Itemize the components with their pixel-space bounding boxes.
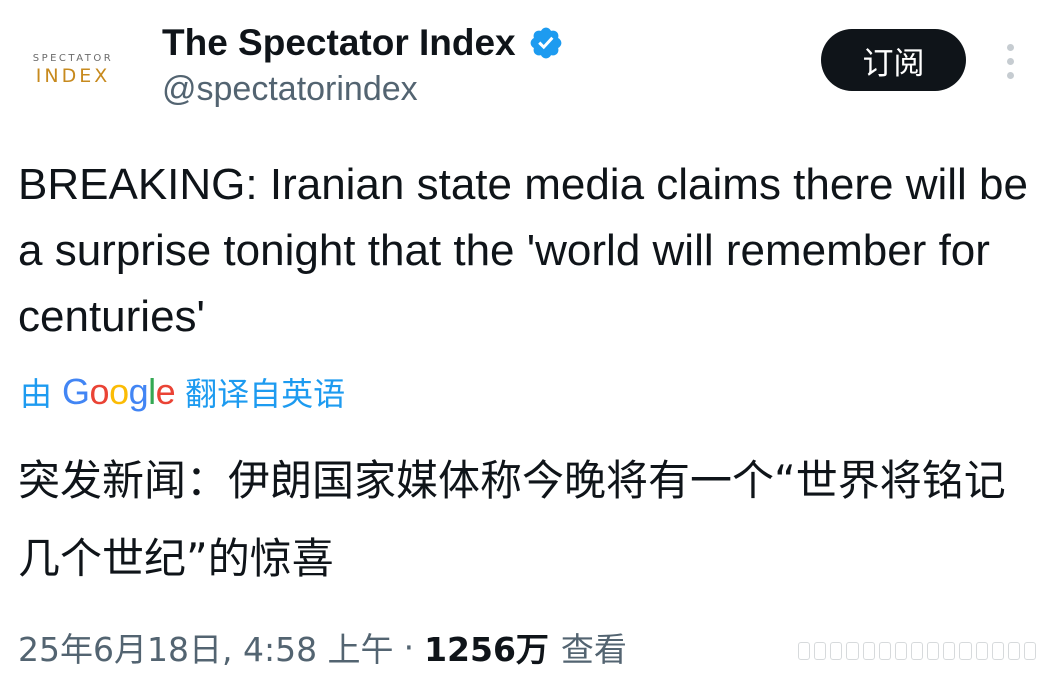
more-dot bbox=[1006, 57, 1014, 65]
translated-tweet-text: 突发新闻：伊朗国家媒体称今晚将有一个“世界将铭记几个世纪”的惊喜 bbox=[18, 456, 1006, 583]
translation-prefix: 由 bbox=[20, 375, 53, 413]
tweet-text: BREAKING: Iranian state media claims the… bbox=[18, 160, 1028, 341]
watermark bbox=[798, 640, 1037, 662]
views-label[interactable]: 查看 bbox=[561, 623, 627, 671]
tweet-timestamp[interactable]: 25年6月18日, 4:58 上午 bbox=[18, 623, 394, 671]
more-dot bbox=[1006, 43, 1014, 51]
author-display-name[interactable]: The Spectator Index bbox=[162, 22, 516, 64]
subscribe-button[interactable]: 订阅 bbox=[821, 29, 966, 91]
meta-separator: · bbox=[403, 627, 415, 667]
author-handle[interactable]: @spectatorindex bbox=[162, 70, 418, 109]
avatar-logo-line2: INDEX bbox=[35, 65, 111, 87]
tweet-meta: 25年6月18日, 4:58 上午 · 1256万 查看 bbox=[18, 622, 627, 672]
verified-badge-icon bbox=[530, 27, 562, 59]
avatar[interactable]: SPECTATOR INDEX bbox=[14, 40, 132, 100]
more-vertical-icon[interactable] bbox=[996, 36, 1024, 86]
more-dot bbox=[1006, 71, 1014, 79]
translation-suffix: 翻译自英语 bbox=[185, 375, 346, 413]
translation-attribution[interactable]: 由 Google 翻译自英语 bbox=[20, 368, 345, 416]
views-count: 1256万 bbox=[424, 630, 549, 669]
google-logo: Google bbox=[62, 371, 176, 412]
author-name-row: The Spectator Index bbox=[162, 20, 564, 66]
avatar-logo-line1: SPECTATOR bbox=[32, 53, 114, 64]
